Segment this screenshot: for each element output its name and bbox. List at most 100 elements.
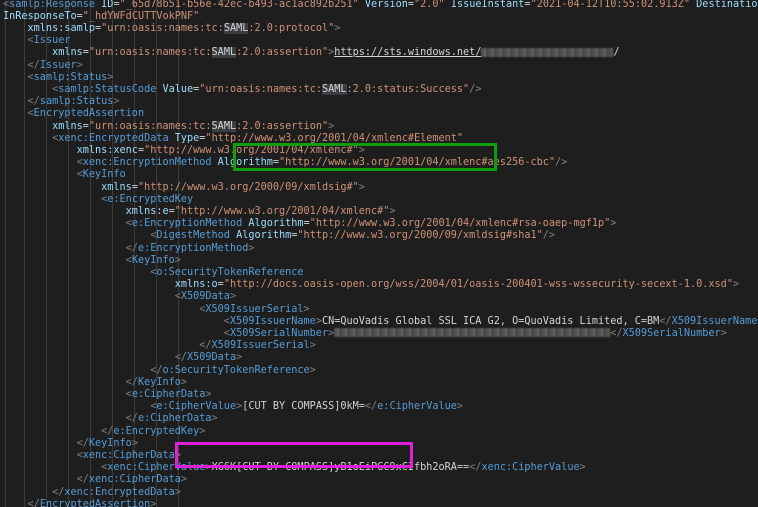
xml-string: :2.0:status:Success" (346, 83, 470, 95)
code-line: xmlns:samlp="urn:oasis:names:tc:SAML:2.0… (3, 22, 340, 35)
code-line: <samlp:Status> (3, 71, 114, 84)
code-line: </xenc:CipherData> (3, 474, 187, 486)
xml-bracket: < (3, 230, 157, 242)
xml-string: :2.0:protocol" (248, 22, 335, 34)
xml-bracket: < (3, 169, 83, 181)
code-line: </e:EncryptionMethod> (3, 243, 255, 255)
code-line: <e:EncryptionMethod Algorithm="http://ww… (3, 218, 617, 230)
xml-tag: xenc:CipherValue (481, 462, 580, 474)
xml-tag: o:SecurityTokenReference (156, 266, 304, 278)
xml-code-editor[interactable]: <samlp:Response ID="_65d78b51-b56e-42ec-… (0, 0, 758, 507)
xml-bracket: > (610, 218, 617, 230)
xml-bracket: < (3, 303, 206, 315)
xml-tag: X509Data (180, 291, 230, 303)
xml-bracket: </ (3, 437, 89, 449)
xml-bracket: </ (3, 340, 212, 352)
xml-bracket: > (309, 364, 316, 376)
xml-string: "http://www.w3.org/2000/09/xmldsig#" (137, 181, 359, 193)
code-line: <KeyInfo (3, 169, 126, 181)
code-line: <DigestMethod Algorithm="http://www.w3.o… (3, 230, 555, 242)
xml-bracket: > (150, 498, 157, 507)
code-line: <e:CipherValue>[CUT BY COMPASS]0kM=</e:C… (3, 401, 463, 413)
xml-bracket: /> (555, 157, 568, 169)
xml-bracket: > (131, 437, 138, 449)
xml-bracket: > (107, 71, 114, 83)
code-line: </samlp:Status> (3, 96, 120, 108)
xml-tag: samlp:Response (9, 0, 102, 10)
code-line: <X509IssuerName>CN=QuoVadis Global SSL I… (3, 316, 758, 328)
code-line: <X509Data> (3, 291, 236, 303)
xml-bracket: > (309, 340, 316, 352)
xml-bracket: > (76, 59, 83, 71)
code-line: <X509IssuerSerial> (3, 303, 310, 316)
xml-bracket: > (174, 254, 181, 266)
code-line: <e:EncryptedKey (3, 194, 193, 206)
xml-bracket: < (3, 449, 83, 461)
xml-attribute: ID (101, 0, 114, 10)
xml-bracket: </ (3, 352, 188, 364)
xml-bracket: </ (3, 474, 89, 486)
code-line: InResponseTo="_hdYWFdCUTTVokPNF" (3, 11, 199, 23)
xml-tag: xenc:EncryptedData (58, 132, 175, 144)
search-match: SAML (211, 120, 237, 132)
xml-attribute: xmlns:samlp (3, 22, 96, 34)
code-line: xmlns="urn:oasis:names:tc:SAML:2.0:asser… (3, 120, 334, 133)
code-line: </KeyInfo> (3, 377, 187, 389)
xml-tag: e:CipherData (131, 388, 206, 400)
xml-bracket: </ (3, 486, 65, 498)
code-line: </KeyInfo> (3, 438, 138, 450)
xml-bracket: > (180, 474, 188, 486)
code-line: <o:SecurityTokenReference (3, 266, 304, 279)
xml-tag: e:CipherValue (377, 401, 457, 413)
xml-string: "urn:oasis:names:tc: (88, 47, 212, 59)
xml-bracket: < (3, 291, 181, 303)
code-line: <KeyInfo> (3, 255, 181, 267)
xml-tag: X509IssuerName (671, 315, 758, 327)
xml-tag: X509IssuerSerial (205, 303, 304, 315)
xml-bracket: < (3, 266, 157, 278)
xml-bracket: </ (610, 327, 623, 339)
xml-bracket: < (3, 401, 157, 413)
xml-bracket: > (358, 181, 365, 193)
xml-string: "http://www.w3.org/2001/04/xmlenc#" (174, 205, 390, 217)
code-line: xmlns="urn:oasis:names:tc:SAML:2.0:asser… (3, 47, 620, 59)
code-line: </e:CipherData> (3, 413, 218, 425)
code-line: xmlns:e="http://www.w3.org/2001/04/xmlen… (3, 206, 396, 218)
xml-bracket: > (732, 279, 740, 291)
xml-tag: KeyInfo (131, 254, 175, 266)
xml-attribute: IssueInstant (450, 0, 525, 10)
xml-attribute: xmlns (3, 120, 83, 132)
xml-tag: e:EncryptedKey (107, 193, 194, 205)
xml-string: "urn:oasis:names:tc: (88, 120, 212, 132)
code-line: </X509IssuerSerial> (3, 340, 316, 352)
xml-bracket: > (174, 486, 181, 498)
encryption-algorithm-highlight-box (233, 143, 497, 171)
xml-attribute: xmlns:e (3, 205, 169, 217)
code-line: </EncryptedAssertion> (3, 498, 157, 507)
search-match: SAML (321, 83, 347, 95)
xml-text: CN=QuoVadis Global SSL ICA G2, O=QuoVadi… (321, 315, 660, 327)
xml-bracket: </ (3, 376, 138, 388)
xml-tag: o:SecurityTokenReference (162, 364, 310, 376)
code-line: <samlp:Response ID="_65d78b51-b56e-42ec-… (3, 0, 758, 11)
xml-bracket: < (3, 388, 132, 400)
xml-tag: xenc:EncryptedData (64, 486, 175, 498)
xml-bracket: < (3, 254, 132, 266)
xml-string: :2.0:assertion" (236, 120, 329, 132)
xml-bracket: < (3, 315, 230, 327)
code-line: <samlp:StatusCode Value="urn:oasis:names… (3, 83, 481, 96)
url-text: https://sts.windows.net/ (334, 47, 482, 59)
xml-tag: Issuer (39, 59, 77, 71)
xml-bracket: > (303, 303, 310, 315)
xml-bracket: > (113, 96, 120, 108)
xml-tag: X509Data (187, 352, 237, 364)
xml-tag: xenc:CipherData (88, 474, 181, 486)
xml-bracket: > (389, 205, 396, 217)
xml-bracket: > (579, 462, 586, 474)
xml-bracket: </ (659, 315, 672, 327)
code-line: </o:SecurityTokenReference> (3, 365, 316, 377)
xml-attribute: xmlns:xenc (3, 144, 138, 156)
xml-attribute: xmlns:o (3, 279, 218, 291)
xml-string: :2.0:assertion" (236, 47, 329, 59)
xml-text: [CUT BY COMPASS]0kM= (242, 401, 365, 413)
